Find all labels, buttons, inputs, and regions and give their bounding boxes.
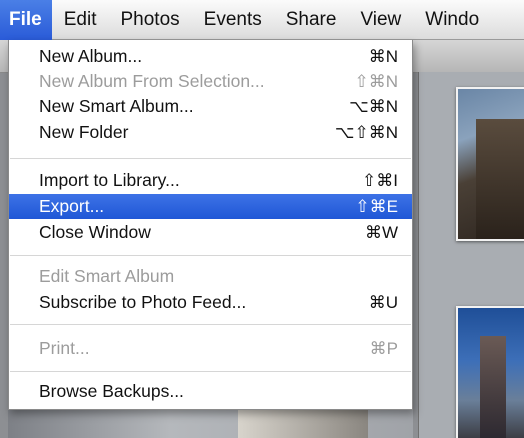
menu-item-subscribe-to-photo-feed[interactable]: Subscribe to Photo Feed... ⌘U (9, 290, 412, 315)
menu-item-browse-backups[interactable]: Browse Backups... (9, 379, 412, 404)
menu-item-shortcut: ⌥⇧⌘N (334, 123, 398, 142)
menu-item-label: Import to Library... (39, 170, 180, 190)
menu-item-shortcut: ⌘U (368, 293, 398, 312)
menu-item-new-folder[interactable]: New Folder ⌥⇧⌘N (9, 120, 412, 145)
menu-item-shortcut: ⇧⌘I (362, 171, 398, 190)
menu-item-shortcut: ⌘P (369, 339, 398, 358)
menu-item-shortcut: ⇧⌘N (354, 72, 398, 91)
menu-item-shortcut: ⌥⌘N (349, 97, 398, 116)
menu-share[interactable]: Share (274, 0, 349, 40)
menu-item-new-album[interactable]: New Album... ⌘N (9, 44, 412, 69)
menu-item-export[interactable]: Export... ⇧⌘E (9, 194, 412, 219)
menu-file[interactable]: File (0, 0, 52, 40)
photo-strip (8, 410, 413, 438)
menu-item-label: New Folder (39, 122, 129, 142)
menu-item-new-album-from-selection: New Album From Selection... ⇧⌘N (9, 69, 412, 94)
menu-item-print: Print... ⌘P (9, 336, 412, 361)
menu-separator (10, 371, 411, 372)
menu-item-label: Export... (39, 196, 105, 216)
menu-item-label: Subscribe to Photo Feed... (39, 292, 247, 312)
menu-view[interactable]: View (348, 0, 413, 40)
menu-item-label: Browse Backups... (39, 381, 184, 401)
file-menu-dropdown: New Album... ⌘N New Album From Selection… (8, 40, 413, 410)
menu-separator (10, 158, 411, 159)
menu-item-edit-smart-album: Edit Smart Album (9, 264, 412, 289)
menu-item-shortcut: ⇧⌘E (355, 197, 398, 216)
menu-item-label: Edit Smart Album (39, 266, 175, 286)
menu-bar: File Edit Photos Events Share View Windo (0, 0, 524, 40)
menu-separator (10, 324, 411, 325)
menu-item-import-to-library[interactable]: Import to Library... ⇧⌘I (9, 168, 412, 193)
photo-thumbnail[interactable] (456, 87, 524, 241)
menu-item-label: New Smart Album... (39, 96, 194, 116)
menu-separator (10, 255, 411, 256)
screen: File Edit Photos Events Share View Windo… (0, 0, 524, 438)
menu-item-shortcut: ⌘W (364, 223, 398, 242)
menu-item-label: New Album... (39, 46, 143, 66)
menu-edit[interactable]: Edit (52, 0, 109, 40)
menu-item-close-window[interactable]: Close Window ⌘W (9, 220, 412, 245)
menu-window[interactable]: Windo (413, 0, 491, 40)
menu-item-label: Close Window (39, 222, 151, 242)
menu-photos[interactable]: Photos (108, 0, 191, 40)
menu-item-new-smart-album[interactable]: New Smart Album... ⌥⌘N (9, 94, 412, 119)
photo-thumbnail[interactable] (456, 306, 524, 438)
menu-item-label: Print... (39, 338, 90, 358)
menu-events[interactable]: Events (192, 0, 274, 40)
menu-item-shortcut: ⌘N (368, 47, 398, 66)
menu-item-label: New Album From Selection... (39, 71, 265, 91)
